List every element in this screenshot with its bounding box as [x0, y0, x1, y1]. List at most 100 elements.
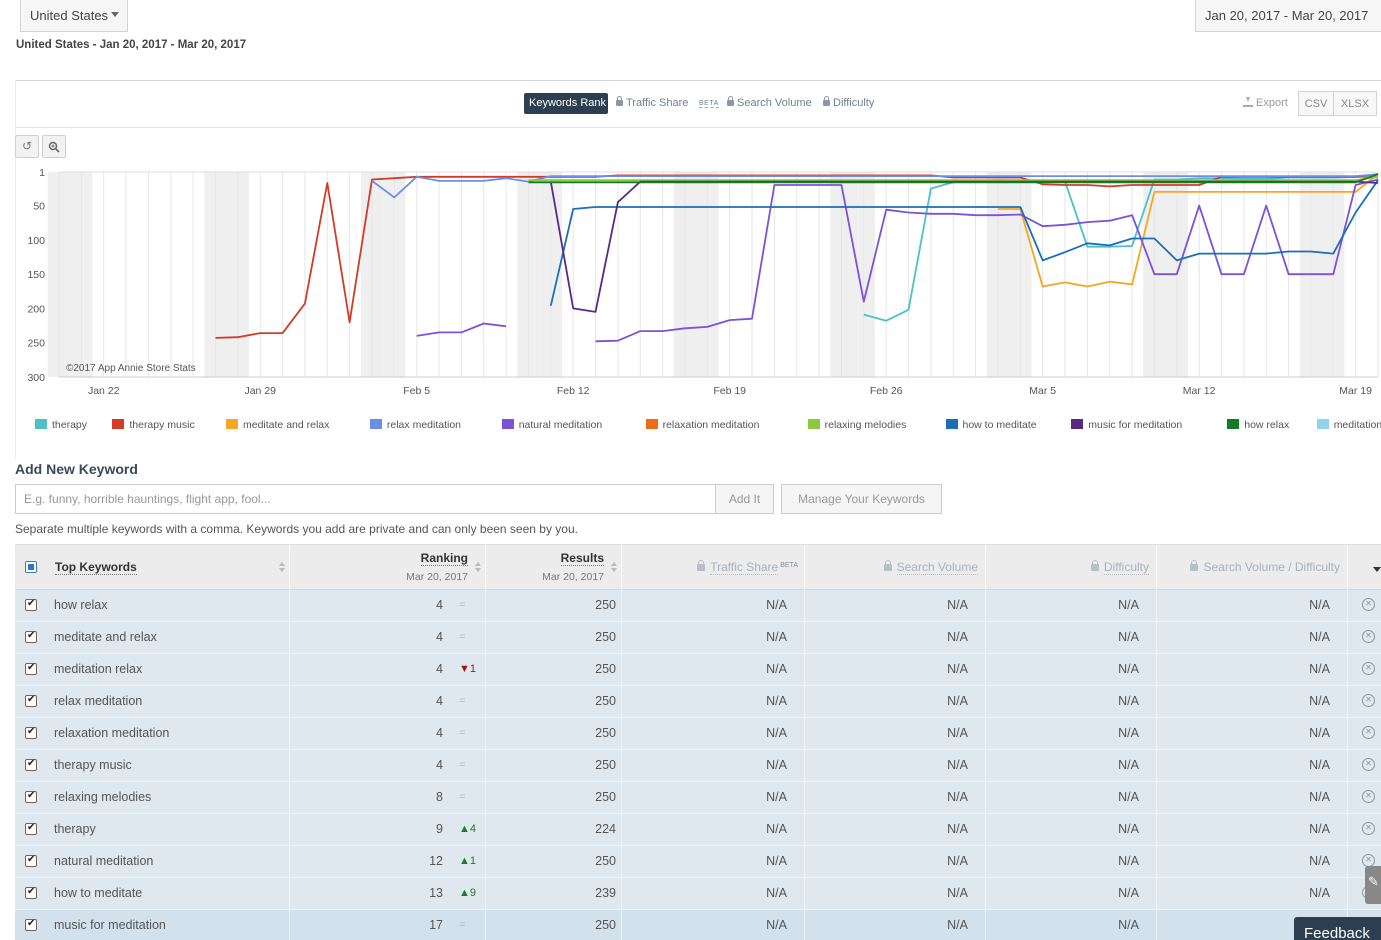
keyword-label: music for meditation: [54, 918, 166, 932]
keyword-cell: meditation relax: [15, 654, 290, 685]
traffic-value: N/A: [766, 758, 787, 772]
select-all-checkbox[interactable]: [25, 561, 37, 573]
results-value: 250: [595, 662, 616, 676]
column-search-volume[interactable]: Search Volume: [806, 545, 986, 590]
keywords-rank-chart[interactable]: 150100150200250300 Jan 22 Jan 29 Feb 5 Feb …: [15, 162, 1381, 402]
difficulty-value: N/A: [1118, 758, 1139, 772]
country-dropdown[interactable]: United States: [20, 0, 128, 32]
keyword-cell: music for meditation: [15, 910, 290, 940]
row-checkbox[interactable]: [25, 916, 37, 932]
legend-item[interactable]: relax meditation: [369, 419, 461, 431]
ratio-value: N/A: [1309, 694, 1330, 708]
traffic-cell: N/A: [623, 782, 805, 813]
remove-keyword-icon[interactable]: ✕: [1362, 694, 1375, 707]
chevron-down-icon[interactable]: [1373, 567, 1381, 572]
difficulty-cell: N/A: [987, 782, 1157, 813]
legend-item[interactable]: relaxation meditation: [645, 419, 759, 431]
column-ranking[interactable]: Ranking Mar 20, 2017: [291, 545, 486, 590]
row-checkbox[interactable]: [25, 756, 37, 772]
traffic-cell: N/A: [623, 846, 805, 877]
keyword-label: relaxing melodies: [54, 790, 152, 804]
legend-item[interactable]: meditation relax: [1316, 419, 1381, 431]
rank-value: 13: [429, 886, 443, 900]
export-xlsx-button[interactable]: XLSX: [1333, 91, 1377, 116]
row-checkbox[interactable]: [25, 596, 37, 612]
lock-icon: [727, 96, 734, 106]
table-row: relaxation meditation4=250N/AN/AN/AN/A✕: [15, 718, 1381, 750]
keyword-input[interactable]: [15, 484, 716, 514]
column-difficulty[interactable]: Difficulty: [987, 545, 1157, 590]
legend-item[interactable]: therapy: [35, 419, 87, 431]
remove-keyword-icon[interactable]: ✕: [1362, 790, 1375, 803]
difficulty-value: N/A: [1118, 662, 1139, 676]
rank-change: =: [459, 759, 466, 771]
tab-difficulty[interactable]: Difficulty: [823, 96, 875, 109]
legend-item[interactable]: relaxing melodies: [807, 419, 906, 431]
ranking-cell: 4 =: [291, 718, 486, 749]
lock-icon: [823, 96, 830, 106]
column-keyword[interactable]: Top Keywords: [15, 545, 290, 590]
row-checkbox[interactable]: [25, 852, 37, 868]
legend-item[interactable]: therapy music: [112, 419, 195, 431]
traffic-cell: N/A: [623, 654, 805, 685]
legend-item[interactable]: meditate and relax: [226, 419, 329, 431]
add-it-button[interactable]: Add It: [715, 484, 774, 514]
results-value: 250: [595, 854, 616, 868]
keyword-cell: relaxing melodies: [15, 782, 290, 813]
column-traffic-share[interactable]: Traffic Share BETA: [623, 545, 805, 590]
column-results[interactable]: Results Mar 20, 2017: [487, 545, 622, 590]
zoom-button[interactable]: [42, 135, 66, 158]
row-checkbox[interactable]: [25, 788, 37, 804]
ratio-value: N/A: [1309, 630, 1330, 644]
export-csv-button[interactable]: CSV: [1298, 91, 1334, 116]
column-title: Ranking: [420, 551, 468, 566]
export-label: Export: [1243, 96, 1288, 109]
volume-cell: N/A: [806, 846, 986, 877]
ratio-cell: N/A: [1158, 782, 1348, 813]
volume-value: N/A: [947, 758, 968, 772]
remove-keyword-icon[interactable]: ✕: [1362, 726, 1375, 739]
row-checkbox[interactable]: [25, 692, 37, 708]
row-checkbox[interactable]: [25, 660, 37, 676]
tab-traffic-share[interactable]: Traffic Share: [616, 96, 688, 109]
ranking-cell: 4 =: [291, 590, 486, 621]
keyword-cell: natural meditation: [15, 846, 290, 877]
edit-icon[interactable]: [1365, 866, 1381, 904]
download-icon: [1243, 97, 1253, 107]
ratio-cell: N/A: [1158, 750, 1348, 781]
y-tick-label: 200: [27, 303, 45, 315]
legend-item[interactable]: how to meditate: [945, 419, 1037, 431]
row-checkbox[interactable]: [25, 884, 37, 900]
legend-item[interactable]: music for meditation: [1071, 419, 1182, 431]
row-checkbox[interactable]: [25, 724, 37, 740]
volume-cell: N/A: [806, 814, 986, 845]
legend-item[interactable]: natural meditation: [501, 419, 602, 431]
feedback-button[interactable]: Feedback: [1294, 917, 1381, 940]
volume-cell: N/A: [806, 686, 986, 717]
traffic-cell: N/A: [623, 910, 805, 940]
keywords-table: Top Keywords Ranking Mar 20, 2017 Result…: [15, 544, 1381, 940]
x-tick-label: Feb 5: [403, 385, 430, 397]
table-row: relaxing melodies8=250N/AN/AN/AN/A✕: [15, 782, 1381, 814]
remove-keyword-icon[interactable]: ✕: [1362, 598, 1375, 611]
remove-keyword-icon[interactable]: ✕: [1362, 662, 1375, 675]
results-value: 250: [595, 630, 616, 644]
difficulty-value: N/A: [1118, 726, 1139, 740]
remove-keyword-icon[interactable]: ✕: [1362, 758, 1375, 771]
row-checkbox[interactable]: [25, 820, 37, 836]
tab-keywords-rank[interactable]: Keywords Rank: [524, 93, 608, 114]
column-search-volume-difficulty[interactable]: Search Volume / Difficulty: [1158, 545, 1348, 590]
manage-keywords-button[interactable]: Manage Your Keywords: [781, 484, 942, 514]
divider: [15, 127, 1381, 128]
reset-zoom-button[interactable]: ↺: [15, 135, 39, 158]
remove-keyword-icon[interactable]: ✕: [1362, 630, 1375, 643]
legend-item[interactable]: how relax: [1227, 419, 1289, 431]
tab-label: Difficulty: [833, 97, 875, 109]
keyword-cell: therapy: [15, 814, 290, 845]
volume-cell: N/A: [806, 718, 986, 749]
row-checkbox[interactable]: [25, 628, 37, 644]
tab-search-volume[interactable]: Search Volume: [727, 96, 812, 109]
lock-icon: [697, 560, 706, 571]
date-range-picker[interactable]: Jan 20, 2017 - Mar 20, 2017: [1195, 0, 1381, 32]
remove-keyword-icon[interactable]: ✕: [1362, 822, 1375, 835]
